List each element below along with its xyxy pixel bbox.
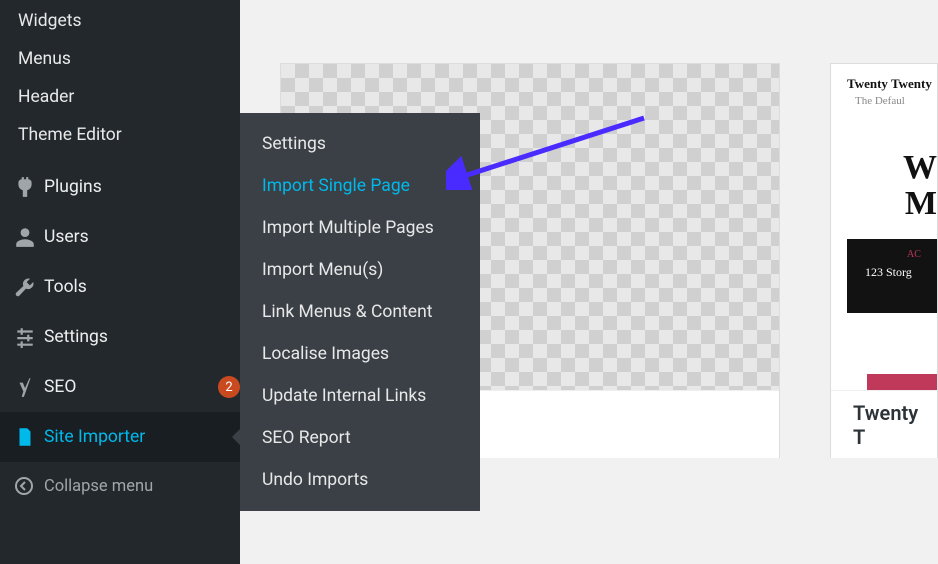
sidebar-item-label: Plugins	[44, 177, 240, 197]
document-icon	[14, 426, 44, 448]
flyout-item-settings[interactable]: Settings	[240, 123, 480, 165]
flyout-item-undo-imports[interactable]: Undo Imports	[240, 459, 480, 501]
theme-preview: Twenty Twenty The Defaul W M AC 123 Stor…	[831, 64, 937, 390]
preview-dark-text: 123 Storg	[865, 265, 912, 279]
flyout-item-import-multiple-pages[interactable]: Import Multiple Pages	[240, 207, 480, 249]
theme-title: Twenty T	[831, 390, 937, 458]
preview-big-letter: M	[831, 186, 937, 222]
preview-tagline: The Defaul	[855, 95, 905, 107]
sidebar-item-tools[interactable]: Tools	[0, 262, 240, 312]
user-icon	[14, 226, 44, 248]
flyout-item-link-menus-content[interactable]: Link Menus & Content	[240, 291, 480, 333]
sidebar-item-plugins[interactable]: Plugins	[0, 162, 240, 212]
theme-card-twenty-twenty[interactable]: Twenty Twenty The Defaul W M AC 123 Stor…	[830, 63, 938, 458]
collapse-icon	[14, 476, 44, 496]
sidebar-item-menus[interactable]: Menus	[0, 40, 240, 78]
preview-big-letter: W	[831, 150, 937, 186]
sidebar-item-theme-editor[interactable]: Theme Editor	[0, 116, 240, 154]
sidebar-item-header[interactable]: Header	[0, 78, 240, 116]
sidebar-item-label: Settings	[44, 327, 240, 347]
sidebar-item-label: SEO	[44, 377, 212, 397]
preview-brand: Twenty Twenty	[847, 76, 932, 91]
sidebar-item-seo[interactable]: SEO 2	[0, 362, 240, 412]
preview-accent-bar	[867, 374, 937, 390]
flyout-item-import-single-page[interactable]: Import Single Page	[240, 165, 480, 207]
wrench-icon	[14, 276, 44, 298]
flyout-item-update-internal-links[interactable]: Update Internal Links	[240, 375, 480, 417]
plug-icon	[14, 176, 44, 198]
admin-sidebar: Widgets Menus Header Theme Editor Plugin…	[0, 0, 240, 564]
sidebar-item-widgets[interactable]: Widgets	[0, 2, 240, 40]
flyout-item-seo-report[interactable]: SEO Report	[240, 417, 480, 459]
sidebar-item-label: Users	[44, 227, 240, 247]
flyout-item-import-menus[interactable]: Import Menu(s)	[240, 249, 480, 291]
sidebar-item-label: Tools	[44, 277, 240, 297]
seo-badge: 2	[218, 376, 240, 398]
site-importer-submenu: Settings Import Single Page Import Multi…	[240, 113, 480, 511]
sidebar-item-label: Site Importer	[44, 427, 240, 447]
preview-dark-block: AC 123 Storg	[847, 239, 937, 313]
collapse-menu-button[interactable]: Collapse menu	[0, 462, 240, 510]
appearance-submenu: Widgets Menus Header Theme Editor	[0, 0, 240, 162]
preview-dark-red: AC	[907, 249, 921, 260]
sliders-icon	[14, 326, 44, 348]
sidebar-item-settings[interactable]: Settings	[0, 312, 240, 362]
sidebar-item-site-importer[interactable]: Site Importer	[0, 412, 240, 462]
yoast-icon	[14, 376, 44, 398]
sidebar-item-users[interactable]: Users	[0, 212, 240, 262]
flyout-item-localise-images[interactable]: Localise Images	[240, 333, 480, 375]
collapse-label: Collapse menu	[44, 477, 153, 496]
